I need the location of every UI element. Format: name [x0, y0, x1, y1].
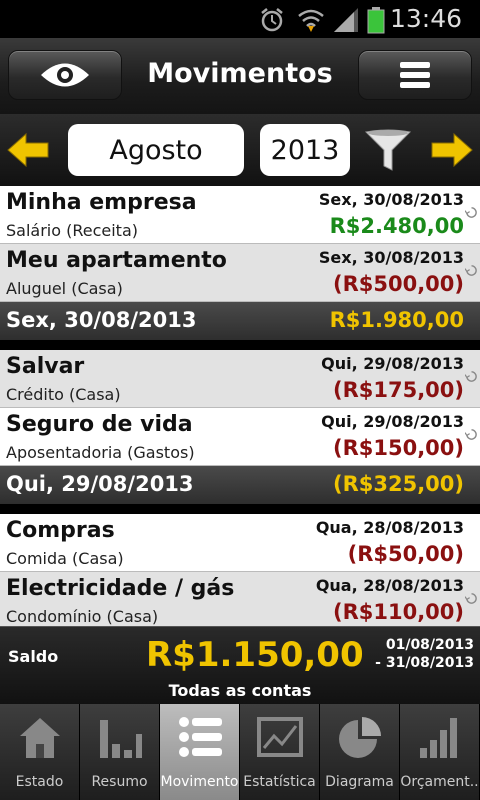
transaction-category: Salário (Receita)	[6, 221, 138, 240]
day-total-amount: R$1.980,00	[329, 308, 464, 332]
transaction-date: Sex, 30/08/2013	[318, 248, 464, 267]
transaction-amount: R$2.480,00	[329, 214, 464, 238]
menu-button[interactable]	[358, 50, 472, 100]
recurring-icon	[465, 371, 477, 382]
transaction-row[interactable]: Minha empresa Salário (Receita) Sex, 30/…	[0, 186, 480, 244]
day-total-row: Qui, 29/08/2013 (R$325,00)	[0, 466, 480, 504]
clock: 13:46	[389, 4, 462, 33]
transaction-name: Salvar	[6, 354, 85, 379]
range-start: 01/08/2013	[385, 637, 474, 653]
transaction-amount: (R$110,00)	[332, 600, 464, 624]
tab-movimento[interactable]: Movimento	[160, 704, 240, 800]
budget-bars-icon	[419, 718, 457, 758]
status-bar: 13:46	[0, 0, 480, 38]
month-selector[interactable]: Agosto	[68, 124, 244, 176]
recurring-icon	[465, 265, 477, 276]
account-selector[interactable]: Todas as contas	[0, 681, 480, 700]
transaction-amount: (R$175,00)	[332, 378, 464, 402]
transaction-name: Meu apartamento	[6, 248, 227, 273]
transaction-row[interactable]: Seguro de vida Aposentadoria (Gastos) Qu…	[0, 408, 480, 466]
list-icon	[178, 717, 222, 757]
recurring-icon	[465, 429, 477, 440]
transaction-amount: (R$50,00)	[347, 542, 464, 566]
balance-panel: Saldo R$1.150,00 01/08/2013 - 31/08/2013…	[0, 626, 480, 704]
day-total-date: Sex, 30/08/2013	[6, 308, 197, 332]
transaction-list[interactable]: Minha empresa Salário (Receita) Sex, 30/…	[0, 186, 480, 626]
transaction-date: Qui, 29/08/2013	[321, 354, 464, 373]
wifi-icon	[298, 9, 324, 32]
transaction-row[interactable]: Meu apartamento Aluguel (Casa) Sex, 30/0…	[0, 244, 480, 302]
house-icon	[19, 718, 60, 758]
alarm-icon	[261, 8, 283, 32]
transaction-category: Aluguel (Casa)	[6, 279, 123, 298]
recurring-icon	[465, 207, 477, 218]
filter-icon[interactable]	[364, 128, 412, 174]
transaction-name: Seguro de vida	[6, 412, 193, 437]
next-month-arrow-icon[interactable]	[430, 132, 474, 168]
tab-diagrama[interactable]: Diagrama	[320, 704, 400, 800]
line-chart-icon	[256, 717, 303, 757]
day-total-date: Qui, 29/08/2013	[6, 472, 194, 496]
tab-label: Resumo	[91, 774, 148, 790]
prev-month-arrow-icon[interactable]	[6, 132, 50, 168]
balance-value: R$1.150,00	[146, 635, 364, 675]
bar-chart-icon	[99, 720, 142, 758]
tab-label: Orçament..	[400, 774, 479, 790]
signal-icon	[334, 8, 358, 32]
transaction-category: Condomínio (Casa)	[6, 607, 159, 626]
transaction-name: Compras	[6, 518, 115, 543]
transaction-date: Qui, 29/08/2013	[321, 412, 464, 431]
transaction-name: Electricidade / gás	[6, 576, 235, 601]
transaction-amount: (R$150,00)	[332, 436, 464, 460]
transaction-category: Crédito (Casa)	[6, 385, 121, 404]
transaction-date: Qua, 28/08/2013	[315, 518, 464, 537]
menu-icon	[400, 62, 430, 88]
transaction-date: Qua, 28/08/2013	[315, 576, 464, 595]
transaction-date: Sex, 30/08/2013	[318, 190, 464, 209]
app-header: Movimentos	[0, 38, 480, 114]
day-total-amount: (R$325,00)	[332, 472, 464, 496]
tab-estatistica[interactable]: Estatística	[240, 704, 320, 800]
bottom-tab-bar: Estado Resumo Movimento Estatística Diag…	[0, 704, 480, 800]
range-end: - 31/08/2013	[375, 655, 474, 671]
balance-label: Saldo	[8, 647, 59, 666]
transaction-row[interactable]: Compras Comida (Casa) Qua, 28/08/2013 (R…	[0, 514, 480, 572]
recurring-icon	[465, 593, 477, 604]
tab-resumo[interactable]: Resumo	[80, 704, 160, 800]
transaction-amount: (R$500,00)	[332, 272, 464, 296]
pie-chart-icon	[338, 717, 381, 758]
transaction-category: Comida (Casa)	[6, 549, 124, 568]
tab-label: Estado	[15, 774, 64, 790]
tab-label: Estatística	[243, 774, 316, 790]
tab-label: Movimento	[160, 774, 239, 790]
day-separator	[0, 340, 480, 350]
day-total-row: Sex, 30/08/2013 R$1.980,00	[0, 302, 480, 340]
period-selector: Agosto 2013	[0, 114, 480, 186]
tab-label: Diagrama	[325, 774, 394, 790]
day-separator	[0, 504, 480, 514]
transaction-row[interactable]: Electricidade / gás Condomínio (Casa) Qu…	[0, 572, 480, 626]
transaction-category: Aposentadoria (Gastos)	[6, 443, 195, 462]
tab-estado[interactable]: Estado	[0, 704, 80, 800]
transaction-name: Minha empresa	[6, 190, 197, 215]
battery-icon	[367, 7, 385, 34]
year-selector[interactable]: 2013	[260, 124, 350, 176]
tab-orcamento[interactable]: Orçament..	[400, 704, 480, 800]
transaction-row[interactable]: Salvar Crédito (Casa) Qui, 29/08/2013 (R…	[0, 350, 480, 408]
